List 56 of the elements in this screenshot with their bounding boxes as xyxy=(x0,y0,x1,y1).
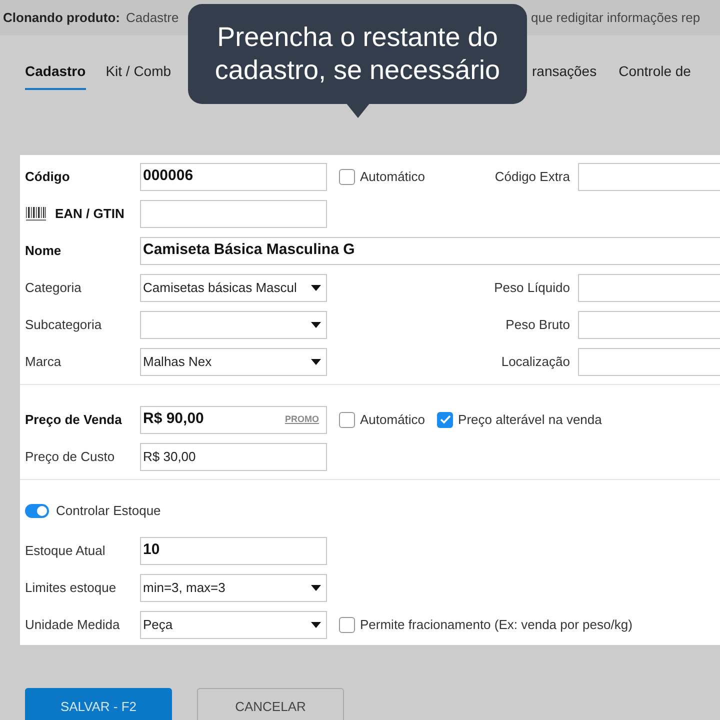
dropdown[interactable]: Camisetas básicas Mascul xyxy=(140,274,327,302)
promo-link[interactable]: PROMO xyxy=(284,412,319,426)
banner-label: Clonando produto: xyxy=(3,8,120,27)
checkbox[interactable] xyxy=(437,412,454,428)
tooltip-text: Preencha o restante do cadastro, se necessário xyxy=(214,21,502,87)
tab[interactable]: Kit / Comb xyxy=(106,61,172,90)
input-field[interactable] xyxy=(578,162,720,190)
field-label: Estoque Atual xyxy=(25,542,106,560)
input-field[interactable] xyxy=(578,348,720,376)
caret-icon xyxy=(311,322,321,328)
field-label: Limites estoque xyxy=(25,578,116,597)
input-field[interactable]: R$ 30,00 xyxy=(140,442,327,470)
input-field[interactable] xyxy=(578,310,720,338)
toggle-label: Controlar Estoque xyxy=(56,502,161,520)
dropdown[interactable]: Malhas Nex xyxy=(140,348,327,376)
checkbox-label: Automático xyxy=(360,410,426,429)
input-field[interactable] xyxy=(140,200,327,228)
tab[interactable]: Controle de xyxy=(618,61,691,90)
save-button[interactable]: SALVAR - F2 xyxy=(25,688,172,720)
dropdown[interactable]: Peça xyxy=(140,610,327,638)
checkbox[interactable] xyxy=(339,168,355,184)
checkbox-label: Automático xyxy=(360,168,426,186)
checkbox-label: Preço alterável na venda xyxy=(458,410,602,429)
field-label: Unidade Medida xyxy=(25,616,120,634)
toggle-switch[interactable] xyxy=(25,504,49,518)
input-field[interactable]: R$ 90,00 PROMO xyxy=(140,406,327,434)
field-label: Localização xyxy=(501,352,570,371)
banner-text: que redigitar informações rep xyxy=(531,8,700,27)
field-label: Peso Bruto xyxy=(506,316,570,334)
caret-icon xyxy=(311,622,321,628)
tab[interactable]: Cadastro xyxy=(25,61,86,90)
field-label: Preço de Custo xyxy=(25,448,115,466)
tab[interactable]: ransações xyxy=(532,61,597,90)
field-label: Preço de Venda xyxy=(25,410,122,429)
field-label: EAN / GTIN xyxy=(55,204,124,223)
field-label: Peso Líquido xyxy=(494,278,570,297)
input-field[interactable]: 000006 xyxy=(140,162,327,190)
caret-icon xyxy=(311,284,321,290)
checkbox[interactable] xyxy=(339,412,355,428)
input-field[interactable]: Camiseta Básica Masculina G xyxy=(140,236,720,264)
field-label: Código Extra xyxy=(494,168,570,186)
field-label: Nome xyxy=(25,242,62,260)
banner-text: Cadastre xyxy=(126,8,179,27)
field-label: Subcategoria xyxy=(25,316,102,334)
field-label: Código xyxy=(25,168,70,186)
input-field[interactable] xyxy=(578,274,720,302)
checkbox[interactable] xyxy=(339,616,355,632)
caret-icon xyxy=(311,584,321,590)
cancel-button[interactable]: CANCELAR xyxy=(197,688,344,720)
dropdown[interactable]: min=3, max=3 xyxy=(140,574,327,602)
caret-icon xyxy=(311,358,321,364)
dropdown[interactable] xyxy=(140,310,327,338)
checkbox-label: Permite fracionamento (Ex: venda por peso/kg) xyxy=(360,616,632,634)
input-field[interactable]: 10 xyxy=(140,536,327,564)
field-label: Marca xyxy=(25,352,62,371)
field-label: Categoria xyxy=(25,278,82,297)
